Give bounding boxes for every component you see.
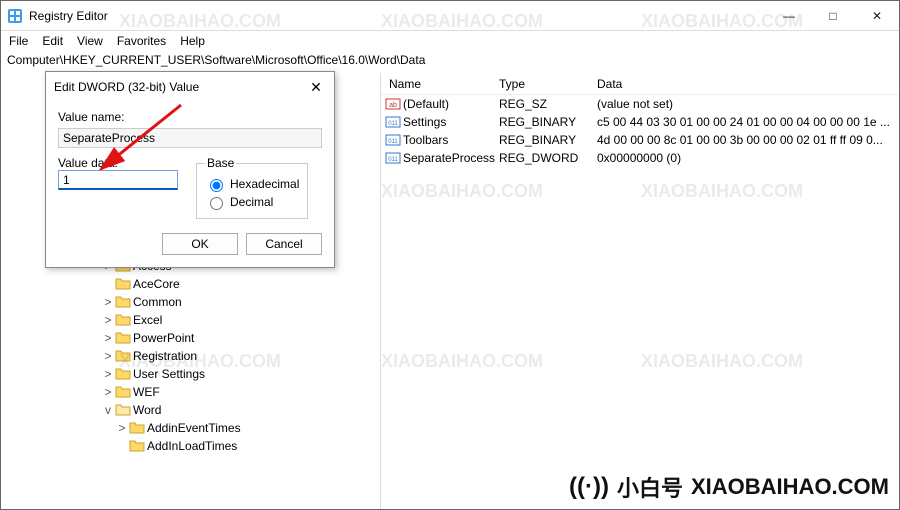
minimize-button[interactable]: — <box>767 1 811 31</box>
list-row[interactable]: 011SettingsREG_BINARYc5 00 44 03 30 01 0… <box>381 113 899 131</box>
svg-text:ab: ab <box>389 102 397 109</box>
base-fieldset: Base Hexadecimal Decimal <box>196 156 308 219</box>
menu-help[interactable]: Help <box>180 34 205 48</box>
edit-dword-dialog: Edit DWORD (32-bit) Value ✕ Value name: … <box>45 71 335 268</box>
menu-file[interactable]: File <box>9 34 28 48</box>
broadcast-icon: ((·)) <box>569 473 609 501</box>
menu-view[interactable]: View <box>77 34 103 48</box>
expand-icon[interactable]: > <box>101 385 115 399</box>
tree-item-excel[interactable]: >Excel <box>1 311 380 329</box>
list-header: Name Type Data <box>381 73 899 95</box>
expand-icon[interactable]: > <box>101 367 115 381</box>
radio-dec[interactable]: Decimal <box>205 194 299 210</box>
expand-icon[interactable]: > <box>101 295 115 309</box>
tree-item-registration[interactable]: >Registration <box>1 347 380 365</box>
dialog-title: Edit DWORD (32-bit) Value <box>54 80 199 94</box>
tree-item-wef[interactable]: >WEF <box>1 383 380 401</box>
svg-text:011: 011 <box>388 157 398 163</box>
expand-icon[interactable]: > <box>101 313 115 327</box>
tree-item-word[interactable]: vWord <box>1 401 380 419</box>
value-name-label: Value name: <box>58 110 322 124</box>
expand-icon[interactable]: v <box>101 403 115 417</box>
tree-item-addineventtimes[interactable]: >AddinEventTimes <box>1 419 380 437</box>
menubar: File Edit View Favorites Help <box>1 31 899 51</box>
cancel-button[interactable]: Cancel <box>246 233 322 255</box>
value-data-label: Value data: <box>58 156 178 170</box>
col-type[interactable]: Type <box>499 77 597 91</box>
expand-icon[interactable]: > <box>115 421 129 435</box>
list-row[interactable]: 011ToolbarsREG_BINARY4d 00 00 00 8c 01 0… <box>381 131 899 149</box>
registry-editor-window: XIAOBAIHAO.COM XIAOBAIHAO.COM XIAOBAIHAO… <box>0 0 900 510</box>
list-row[interactable]: 011SeparateProcessREG_DWORD0x00000000 (0… <box>381 149 899 167</box>
list-pane[interactable]: Name Type Data ab(Default)REG_SZ(value n… <box>381 73 899 509</box>
address-bar[interactable]: Computer\HKEY_CURRENT_USER\Software\Micr… <box>1 51 899 71</box>
close-button[interactable]: ✕ <box>855 1 899 31</box>
list-row[interactable]: ab(Default)REG_SZ(value not set) <box>381 95 899 113</box>
base-legend: Base <box>205 156 236 170</box>
window-title: Registry Editor <box>29 9 108 23</box>
value-data-input[interactable] <box>58 170 178 190</box>
tree-item-powerpoint[interactable]: >PowerPoint <box>1 329 380 347</box>
tree-item-acecore[interactable]: AceCore <box>1 275 380 293</box>
value-name-field: SeparateProcess <box>58 128 322 148</box>
maximize-button[interactable]: □ <box>811 1 855 31</box>
expand-icon[interactable]: > <box>101 331 115 345</box>
tree-item-common[interactable]: >Common <box>1 293 380 311</box>
tree-item-user-settings[interactable]: >User Settings <box>1 365 380 383</box>
regedit-icon <box>7 8 23 24</box>
svg-text:011: 011 <box>388 121 398 127</box>
dialog-close-button[interactable]: ✕ <box>306 79 326 96</box>
watermark-logo: ((·)) 小白号 XIAOBAIHAO.COM <box>569 471 889 503</box>
menu-favorites[interactable]: Favorites <box>117 34 166 48</box>
svg-text:011: 011 <box>388 139 398 145</box>
menu-edit[interactable]: Edit <box>42 34 63 48</box>
radio-hex[interactable]: Hexadecimal <box>205 176 299 192</box>
col-name[interactable]: Name <box>385 77 499 91</box>
tree-item-addinloadtimes[interactable]: AddInLoadTimes <box>1 437 380 455</box>
col-data[interactable]: Data <box>597 77 899 91</box>
expand-icon[interactable]: > <box>101 349 115 363</box>
ok-button[interactable]: OK <box>162 233 238 255</box>
titlebar: Registry Editor — □ ✕ <box>1 1 899 31</box>
